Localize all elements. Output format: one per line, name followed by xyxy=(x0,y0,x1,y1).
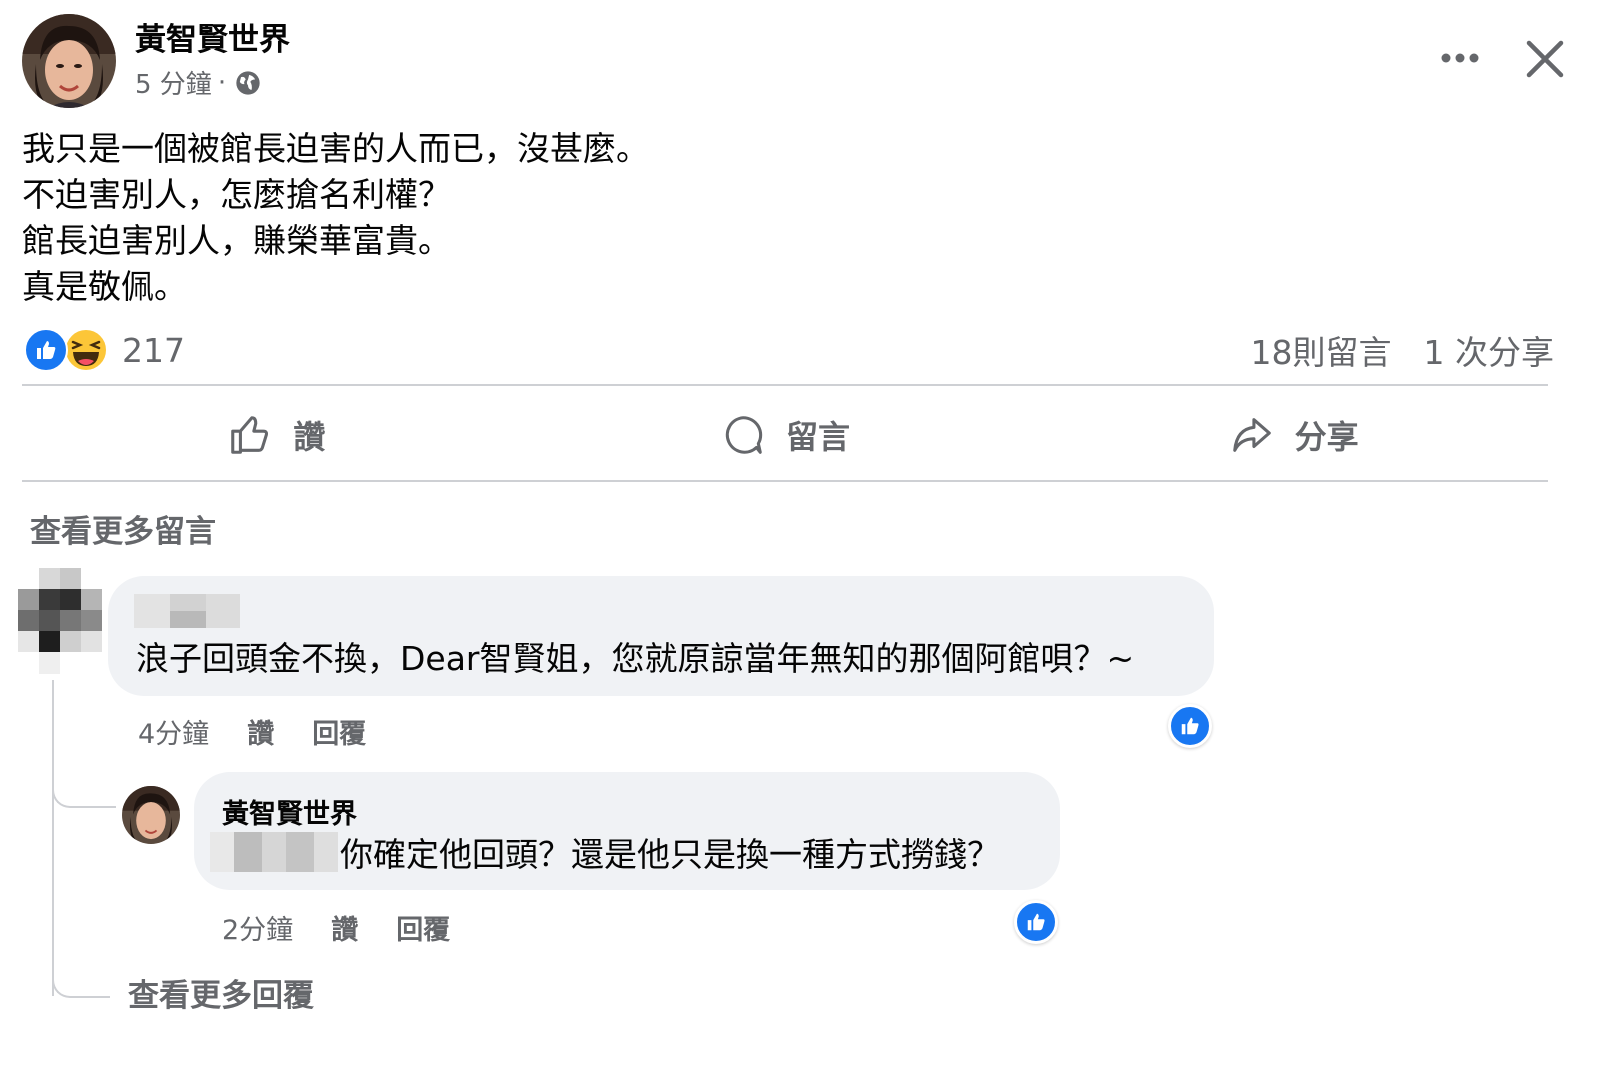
blurred-mention-tag[interactable] xyxy=(210,832,338,872)
reply-bubble: 黃智賢世界 你確定他回頭？還是他只是換一種方式撈錢？ xyxy=(194,772,1060,890)
reaction-count: 217 xyxy=(122,330,185,370)
reply-author-avatar[interactable] xyxy=(122,786,180,844)
share-arrow-icon xyxy=(1232,418,1271,452)
blurred-commenter-name[interactable] xyxy=(134,594,240,628)
post-line: 我只是一個被館長迫害的人而已，沒甚麼。 xyxy=(22,129,649,168)
comment-bubble-icon xyxy=(725,416,763,454)
comment-like-button[interactable]: 讚 xyxy=(247,712,274,751)
reply-like-reaction-icon[interactable] xyxy=(1014,900,1058,944)
meta-separator: · xyxy=(217,67,227,98)
share-button[interactable]: 分享 xyxy=(1039,396,1548,474)
post-author-name[interactable]: 黃智賢世界 xyxy=(135,14,290,59)
thread-connector xyxy=(52,770,116,808)
reactions-summary[interactable]: 217 xyxy=(24,328,185,372)
like-button[interactable]: 讚 xyxy=(22,396,531,474)
reply-reply-button[interactable]: 回覆 xyxy=(396,908,450,947)
comment-reply-button[interactable]: 回覆 xyxy=(312,712,366,751)
author-avatar[interactable] xyxy=(22,14,116,108)
divider xyxy=(22,480,1548,482)
thread-connector xyxy=(52,960,110,998)
like-label: 讚 xyxy=(293,418,326,456)
comment-actions: 4分鐘 讚 回覆 xyxy=(138,712,366,751)
more-options-icon[interactable] xyxy=(1436,40,1484,76)
action-bar: 讚 留言 分享 xyxy=(22,396,1548,474)
post-stats: 18則留言 1 次分享 xyxy=(1251,326,1555,374)
comment-bubble: 浪子回頭金不換，Dear智賢姐，您就原諒當年無知的那個阿館唄？~ xyxy=(108,576,1214,696)
post-line: 館長迫害別人，賺榮華富貴。 xyxy=(22,221,451,260)
commenter-avatar[interactable] xyxy=(18,568,102,674)
comment-label: 留言 xyxy=(786,418,851,456)
reply-text: 你確定他回頭？還是他只是換一種方式撈錢？ xyxy=(340,835,1000,874)
post-line: 不迫害別人，怎麼搶名利權？ xyxy=(22,175,451,214)
post-line: 真是敬佩。 xyxy=(22,267,187,306)
globe-icon xyxy=(236,70,260,95)
reply-actions: 2分鐘 讚 回覆 xyxy=(222,908,450,947)
reply-author-name[interactable]: 黃智賢世界 xyxy=(222,792,357,831)
post-meta: 5 分鐘 · xyxy=(135,64,262,101)
like-reaction-icon xyxy=(24,328,68,372)
share-label: 分享 xyxy=(1294,418,1359,456)
view-more-comments-link[interactable]: 查看更多留言 xyxy=(30,506,216,551)
thread-line xyxy=(52,680,54,996)
comment-like-reaction-icon[interactable] xyxy=(1168,704,1212,748)
haha-reaction-icon xyxy=(64,328,108,372)
comment-button[interactable]: 留言 xyxy=(531,396,1040,474)
reply-content: 你確定他回頭？還是他只是換一種方式撈錢？ xyxy=(210,828,1000,876)
divider xyxy=(22,384,1548,386)
shares-count[interactable]: 1 次分享 xyxy=(1424,326,1555,374)
reply-time[interactable]: 2分鐘 xyxy=(222,908,293,947)
close-icon[interactable] xyxy=(1520,34,1570,84)
view-more-replies-link[interactable]: 查看更多回覆 xyxy=(128,970,314,1015)
reply-like-button[interactable]: 讚 xyxy=(331,908,358,947)
comment-text: 浪子回頭金不換，Dear智賢姐，您就原諒當年無知的那個阿館唄？~ xyxy=(136,639,1135,678)
thumbs-up-icon xyxy=(231,416,269,454)
comments-count[interactable]: 18則留言 xyxy=(1251,326,1392,374)
post-time[interactable]: 5 分鐘 xyxy=(135,64,212,101)
comment-time[interactable]: 4分鐘 xyxy=(138,712,209,751)
post-body: 我只是一個被館長迫害的人而已，沒甚麼。 不迫害別人，怎麼搶名利權？ 館長迫害別人… xyxy=(22,126,649,310)
